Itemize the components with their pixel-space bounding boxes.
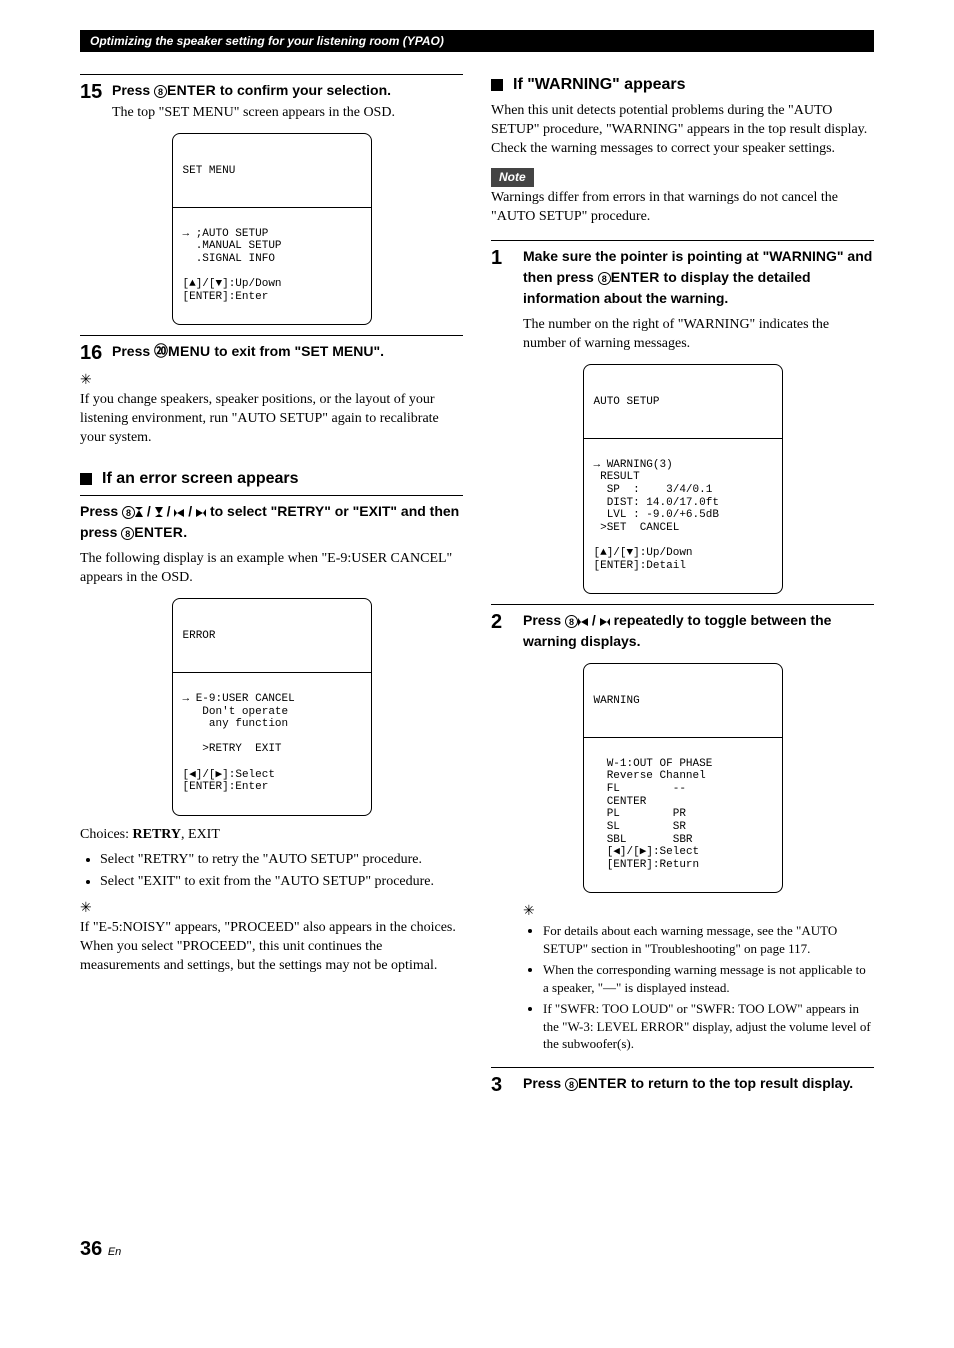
list-item: Select "EXIT" to exit from the "AUTO SET… — [100, 873, 463, 892]
osd-title: WARNING — [594, 695, 772, 708]
osd-hint: [▲]/[▼]:Up/Down [ENTER]:Detail — [594, 547, 693, 572]
list-item: When the corresponding warning message i… — [543, 961, 874, 996]
section-title: If "WARNING" appears — [513, 74, 686, 96]
txt: to return to the top result display. — [627, 1075, 853, 1091]
osd-body: W-1:OUT OF PHASE Reverse Channel FL -- C… — [594, 758, 713, 871]
enter-keyword: ENTER — [611, 269, 660, 285]
circle-8-icon: 8 — [565, 1078, 578, 1091]
up-icon — [135, 507, 143, 517]
osd-body: → ;AUTO SETUP .MANUAL SETUP .SIGNAL INFO — [183, 228, 282, 265]
choice-rest: , EXIT — [181, 827, 220, 842]
warning-body: When this unit detects potential problem… — [491, 102, 874, 159]
tip-icon: ✳︎ — [523, 903, 535, 922]
list-item: For details about each warning message, … — [543, 922, 874, 957]
enter-keyword: ENTER — [167, 82, 216, 98]
right-column: If "WARNING" appears When this unit dete… — [491, 74, 874, 1263]
txt: Press — [80, 503, 122, 519]
txt: . — [183, 524, 187, 540]
circle-8-icon: 8 — [154, 85, 167, 98]
step-16: 16 Press ⑳MENU to exit from "SET MENU". — [80, 335, 463, 364]
error-desc: The following display is an example when… — [80, 550, 463, 588]
section-title: If an error screen appears — [102, 468, 299, 490]
step-3: 3 Press 8ENTER to return to the top resu… — [491, 1067, 874, 1096]
warning-bullets: For details about each warning message, … — [523, 922, 874, 1053]
step-text: Press ⑳MENU to exit from "SET MENU". — [112, 343, 384, 359]
section-warning: If "WARNING" appears — [491, 74, 874, 96]
txt: Press — [112, 82, 154, 98]
osd-title: ERROR — [183, 630, 361, 643]
down-icon — [155, 507, 163, 517]
txt: Press — [112, 343, 154, 359]
enter-keyword: ENTER — [578, 1075, 627, 1091]
note-text: Warnings differ from errors in that warn… — [491, 189, 874, 227]
txt: Press — [523, 1075, 565, 1091]
osd-body: → E-9:USER CANCEL Don't operate any func… — [183, 693, 295, 730]
tip-icon: ✳︎ — [80, 900, 92, 919]
osd-set-menu: SET MENU → ;AUTO SETUP .MANUAL SETUP .SI… — [172, 133, 372, 325]
step-text: Press 8ENTER to confirm your selection. — [112, 82, 391, 98]
osd-body: → WARNING(3) RESULT SP : 3/4/0.1 DIST: 1… — [594, 459, 719, 534]
step-desc: The top "SET MENU" screen appears in the… — [112, 104, 395, 123]
left-icon — [578, 618, 588, 626]
choice-bold: RETRY — [133, 827, 182, 842]
page-num: 36 — [80, 1238, 102, 1260]
osd-hint: [▲]/[▼]:Up/Down [ENTER]:Enter — [183, 278, 282, 303]
step-2: 2 Press 8 / repeatedly to toggle between… — [491, 604, 874, 653]
txt: Press — [523, 612, 565, 628]
tip-text: If you change speakers, speaker position… — [80, 391, 463, 448]
circle-8-icon: 8 — [598, 272, 611, 285]
circle-20-icon: ⑳ — [154, 343, 168, 359]
osd-title: AUTO SETUP — [594, 396, 772, 409]
osd-warning: WARNING W-1:OUT OF PHASE Reverse Channel… — [583, 663, 783, 893]
left-column: 15 Press 8ENTER to confirm your selectio… — [80, 74, 463, 1263]
enter-keyword: ENTER — [134, 524, 183, 540]
circle-8-icon: 8 — [121, 527, 134, 540]
tip-icon: ✳︎ — [80, 372, 92, 391]
right-icon — [196, 509, 206, 517]
step-desc: The number on the right of "WARNING" ind… — [523, 316, 874, 354]
step-number: 16 — [80, 342, 104, 364]
osd-auto-setup: AUTO SETUP → WARNING(3) RESULT SP : 3/4/… — [583, 364, 783, 594]
error-instruction: Press 8 / / / to select "RETRY" or "EXIT… — [80, 495, 463, 588]
list-item: If "SWFR: TOO LOUD" or "SWFR: TOO LOW" a… — [543, 1000, 874, 1053]
list-item: Select "RETRY" to retry the "AUTO SETUP"… — [100, 851, 463, 870]
square-icon — [80, 473, 92, 485]
choices: Choices: RETRY, EXIT — [80, 826, 463, 845]
osd-options: >RETRY EXIT — [183, 743, 282, 755]
note-label: Note — [491, 168, 534, 186]
page-suffix: En — [108, 1246, 121, 1258]
choice-bullets: Select "RETRY" to retry the "AUTO SETUP"… — [80, 851, 463, 893]
section-error: If an error screen appears — [80, 468, 463, 490]
square-icon — [491, 79, 503, 91]
osd-hint: [◀]/[▶]:Select [ENTER]:Enter — [183, 769, 275, 794]
circle-8-icon: 8 — [565, 615, 578, 628]
txt: to confirm your selection. — [216, 82, 391, 98]
choices-label: Choices: — [80, 827, 133, 842]
menu-keyword: MENU — [168, 343, 210, 359]
osd-error: ERROR → E-9:USER CANCEL Don't operate an… — [172, 598, 372, 816]
step-number: 1 — [491, 247, 515, 353]
txt: to exit from "SET MENU". — [210, 343, 384, 359]
section-header: Optimizing the speaker setting for your … — [80, 30, 874, 52]
step-1: 1 Make sure the pointer is pointing at "… — [491, 240, 874, 353]
tip-text: If "E-5:NOISY" appears, "PROCEED" also a… — [80, 919, 463, 976]
left-icon — [174, 509, 184, 517]
osd-title: SET MENU — [183, 165, 361, 178]
circle-8-icon: 8 — [122, 506, 135, 519]
step-15: 15 Press 8ENTER to confirm your selectio… — [80, 74, 463, 123]
step-number: 3 — [491, 1074, 515, 1096]
step-number: 15 — [80, 81, 104, 123]
page-number: 36 En — [80, 1236, 463, 1263]
step-number: 2 — [491, 611, 515, 653]
right-icon — [600, 618, 610, 626]
